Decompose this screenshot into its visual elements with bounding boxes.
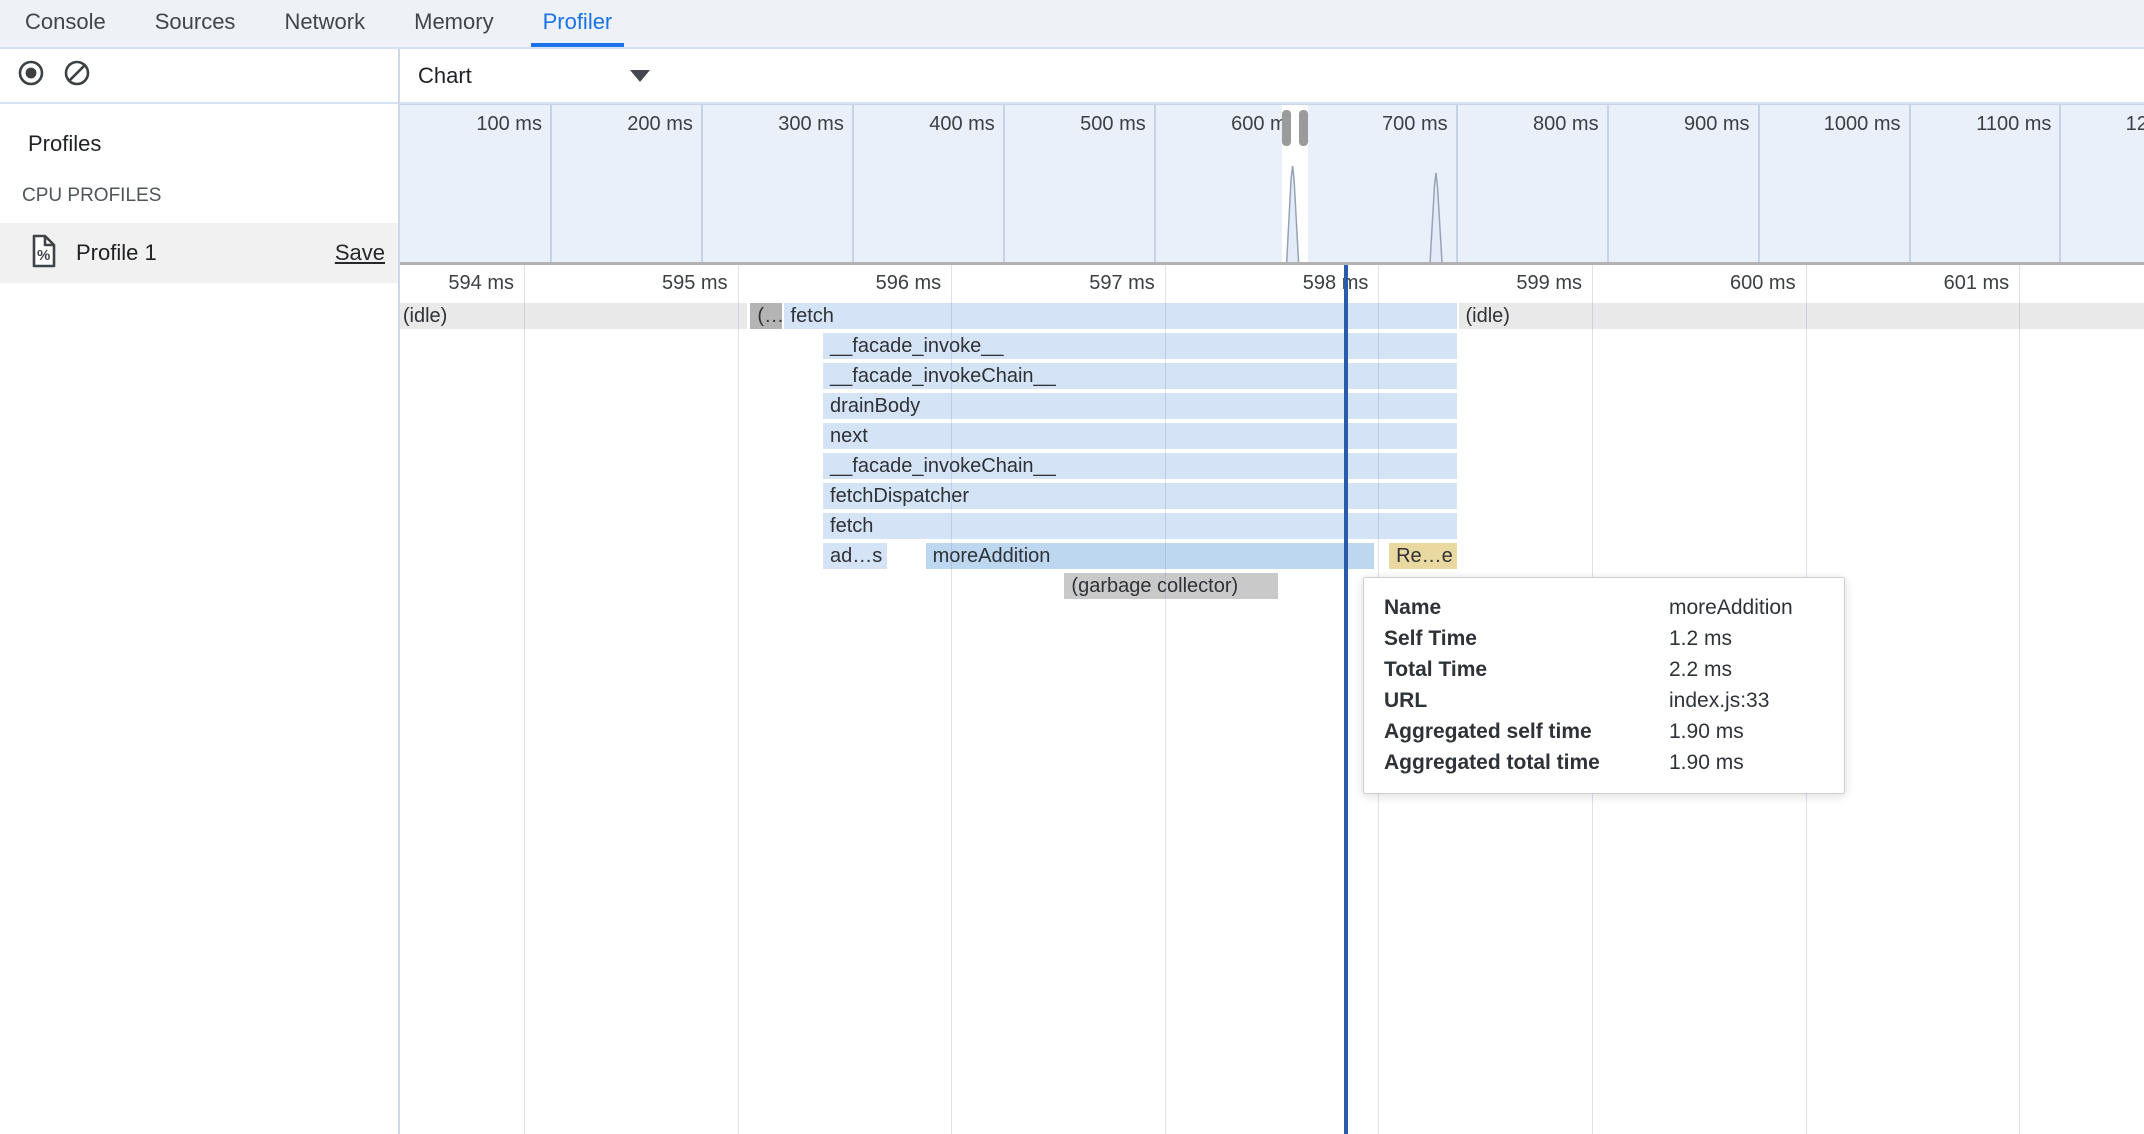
tab-profiler[interactable]: Profiler <box>531 0 625 47</box>
cpu-profiles-section-heading: CPU PROFILES <box>22 185 161 207</box>
tooltip-value: index.js:33 <box>1669 689 1824 713</box>
ruler-tick-label: 594 ms <box>400 268 514 298</box>
tooltip-value: moreAddition <box>1669 596 1824 620</box>
flame-chart[interactable]: (idle)(…fetch(idle)__facade_invoke____fa… <box>400 300 2144 1134</box>
tooltip-label: Aggregated total time <box>1384 751 1669 775</box>
sidebar-toolbar <box>0 49 398 104</box>
view-mode-select[interactable]: Chart <box>418 49 650 102</box>
flame-bar[interactable]: fetch <box>784 303 1458 329</box>
clear-profiles-button[interactable] <box>62 61 92 91</box>
flame-bar[interactable]: (… <box>750 303 782 329</box>
timeline-overview[interactable]: 100 ms200 ms300 ms400 ms500 ms600 ms700 … <box>400 104 2144 262</box>
ruler-tick-label: 599 ms <box>1432 268 1582 298</box>
profiler-toolbar: Chart <box>400 49 2144 104</box>
tooltip-label: Aggregated self time <box>1384 720 1669 744</box>
profiles-heading: Profiles <box>28 131 101 157</box>
ruler-tick-label: 600 ms <box>1646 268 1796 298</box>
flame-bar[interactable]: fetchDispatcher <box>823 483 1457 509</box>
chevron-down-icon <box>630 70 650 82</box>
tab-memory[interactable]: Memory <box>402 0 505 47</box>
frame-tooltip: NamemoreAdditionSelf Time1.2 msTotal Tim… <box>1363 577 1845 794</box>
flame-bar[interactable]: fetch <box>823 513 1457 539</box>
tooltip-value: 1.90 ms <box>1669 720 1824 744</box>
clear-icon <box>62 58 92 93</box>
flame-bar[interactable]: __facade_invokeChain__ <box>823 453 1457 479</box>
flame-bar[interactable]: (idle) <box>400 303 747 329</box>
flame-bar[interactable]: moreAddition <box>926 543 1375 569</box>
flame-ruler: 594 ms595 ms596 ms597 ms598 ms599 ms600 … <box>400 265 2144 300</box>
flame-bar[interactable]: Re…e <box>1389 543 1457 569</box>
flame-bar[interactable]: next <box>823 423 1457 449</box>
tooltip-value: 1.90 ms <box>1669 751 1824 775</box>
flame-bar[interactable]: (idle) <box>1459 303 2144 329</box>
flame-bar[interactable]: drainBody <box>823 393 1457 419</box>
devtools-tab-bar: Console Sources Network Memory Profiler <box>0 0 2144 49</box>
profiler-panel: Chart 100 ms200 ms300 ms400 ms500 ms600 … <box>400 49 2144 1134</box>
tooltip-label: Name <box>1384 596 1669 620</box>
selection-handle-right[interactable] <box>1299 110 1308 146</box>
tooltip-value: 2.2 ms <box>1669 658 1824 682</box>
save-profile-link[interactable]: Save <box>335 240 385 266</box>
flame-bar[interactable]: (garbage collector) <box>1064 573 1278 599</box>
ruler-tick-label: 597 ms <box>1005 268 1155 298</box>
flame-bar[interactable]: __facade_invokeChain__ <box>823 363 1457 389</box>
ruler-tick-label: 595 ms <box>578 268 728 298</box>
record-icon <box>16 58 46 93</box>
time-marker-line <box>1344 265 1348 1134</box>
tooltip-label: URL <box>1384 689 1669 713</box>
cpu-activity-spikes <box>400 105 2144 262</box>
profiles-sidebar: Profiles CPU PROFILES % Profile 1 Save <box>0 49 400 1134</box>
svg-text:%: % <box>37 247 50 264</box>
sidebar-item-profile-1[interactable]: % Profile 1 Save <box>0 223 398 283</box>
profile-document-icon: % <box>30 234 58 273</box>
record-button[interactable] <box>16 61 46 91</box>
tab-console[interactable]: Console <box>13 0 118 47</box>
tooltip-value: 1.2 ms <box>1669 627 1824 651</box>
flame-bar[interactable]: __facade_invoke__ <box>823 333 1457 359</box>
selection-handle-left[interactable] <box>1282 110 1291 146</box>
tab-network[interactable]: Network <box>272 0 377 47</box>
tooltip-label: Total Time <box>1384 658 1669 682</box>
tab-sources[interactable]: Sources <box>143 0 248 47</box>
ruler-tick-label: 601 ms <box>1859 268 2009 298</box>
flame-bar[interactable]: ad…s <box>823 543 887 569</box>
view-mode-label: Chart <box>418 63 472 89</box>
profile-name: Profile 1 <box>76 240 335 266</box>
ruler-tick-label: 596 ms <box>791 268 941 298</box>
tooltip-label: Self Time <box>1384 627 1669 651</box>
